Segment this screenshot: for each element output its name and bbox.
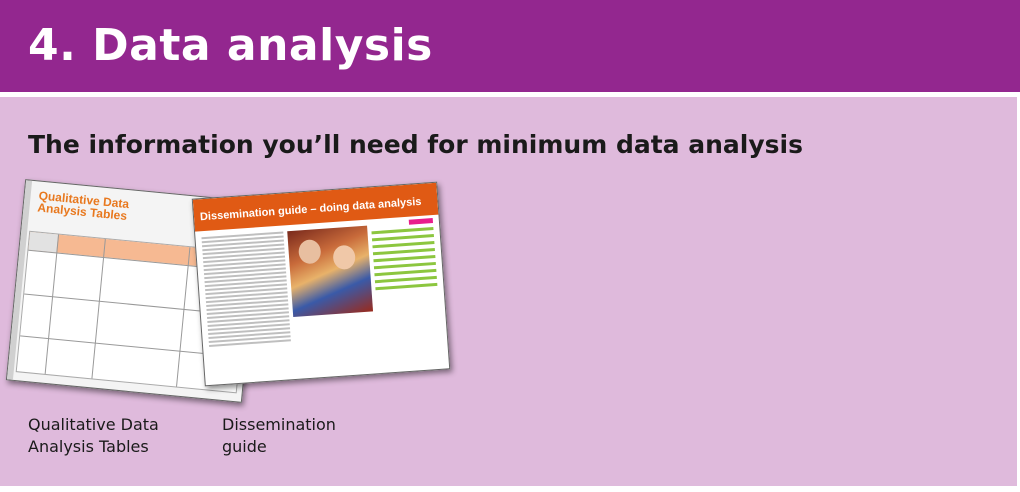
qualitative-tables-caption[interactable]: Qualitative Data Analysis Tables	[28, 414, 188, 458]
section-subtitle: The information you’ll need for minimum …	[28, 130, 803, 159]
thumbnail-quote	[371, 227, 438, 294]
thumbnail-body-text	[201, 231, 291, 349]
child-face	[332, 244, 357, 271]
table-divider	[176, 247, 191, 387]
table-divider	[44, 234, 60, 374]
table-divider	[91, 239, 106, 379]
page-title: 4. Data analysis	[28, 20, 433, 71]
dissemination-guide-caption[interactable]: Dissemination guide	[222, 414, 362, 458]
thumbnail-title: Qualitative Data Analysis Tables	[36, 188, 130, 223]
header-banner: 4. Data analysis	[0, 0, 1020, 92]
dissemination-guide-thumbnail[interactable]: Dissemination guide – doing data analysi…	[191, 181, 451, 387]
children-photo	[287, 225, 374, 318]
child-face	[297, 238, 322, 265]
thumbnail-title: Dissemination guide – doing data analysi…	[199, 195, 422, 224]
thumbnail-badge	[408, 218, 434, 225]
